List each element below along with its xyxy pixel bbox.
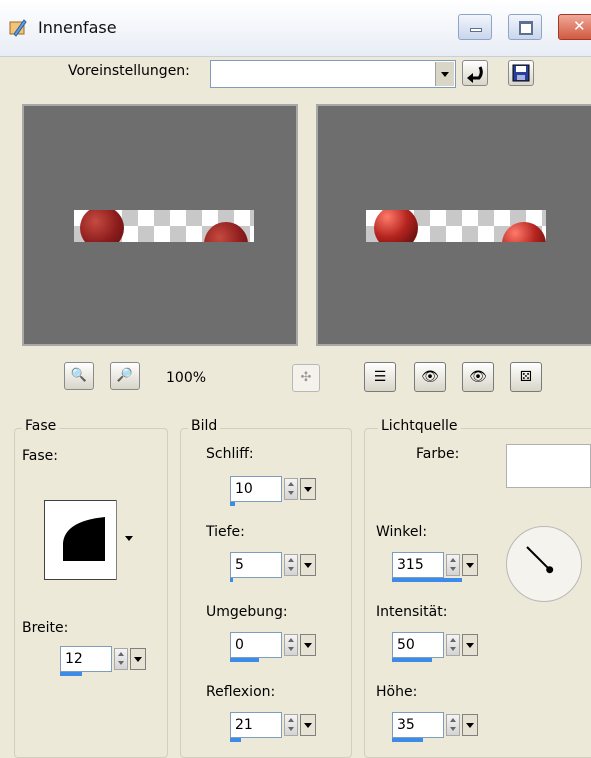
preview-shape — [374, 210, 418, 242]
smoothness-dropdown[interactable] — [300, 478, 316, 500]
reflection-label: Reflexion: — [206, 684, 276, 700]
height-input[interactable]: 35 — [392, 712, 444, 738]
dial-needle-icon — [526, 546, 554, 574]
paint-app-icon — [9, 19, 27, 37]
smoothness-input[interactable]: 10 — [230, 476, 282, 502]
presets-label: Voreinstellungen: — [68, 63, 190, 79]
smoothness-slider[interactable] — [230, 502, 235, 506]
eye-icon: 👁 — [469, 369, 487, 385]
minimize-button[interactable] — [458, 14, 492, 40]
depth-updown[interactable] — [284, 554, 298, 576]
smoothness-spinner[interactable]: 10 — [230, 476, 318, 506]
ambience-spinner[interactable]: 0 — [230, 632, 318, 662]
angle-slider[interactable] — [392, 578, 462, 582]
height-spinner[interactable]: 35 — [392, 712, 480, 742]
color-label: Farbe: — [416, 446, 460, 462]
depth-input[interactable]: 5 — [230, 552, 282, 578]
ambience-slider[interactable] — [230, 658, 259, 662]
height-slider[interactable] — [392, 738, 423, 742]
bevel-shape-icon — [63, 517, 105, 561]
close-button[interactable]: ✕ — [558, 14, 591, 40]
height-label: Höhe: — [376, 684, 418, 700]
height-dropdown[interactable] — [462, 714, 478, 736]
angle-dial[interactable] — [506, 526, 582, 602]
reflection-spinner[interactable]: 21 — [230, 712, 318, 742]
result-preview[interactable] — [316, 104, 591, 346]
ambience-input[interactable]: 0 — [230, 632, 282, 658]
depth-dropdown[interactable] — [300, 554, 316, 576]
width-label: Breite: — [22, 620, 69, 636]
zoom-out-icon: 🔍 — [70, 368, 88, 383]
proof-button[interactable]: 👁 — [414, 362, 446, 392]
zoom-in-button[interactable]: 🔎 — [110, 362, 140, 390]
proof-eye-icon: 👁 — [421, 369, 439, 385]
depth-spinner[interactable]: 5 — [230, 552, 318, 582]
zoom-level: 100% — [166, 370, 207, 386]
zoom-out-button[interactable]: 🔍 — [64, 362, 94, 390]
smoothness-updown[interactable] — [284, 478, 298, 500]
bevel-shape-dropdown[interactable] — [116, 500, 142, 580]
width-dropdown[interactable] — [130, 648, 146, 670]
width-input[interactable]: 12 — [60, 646, 112, 672]
original-preview[interactable] — [22, 104, 298, 346]
preview-shape — [80, 210, 124, 242]
depth-label: Tiefe: — [206, 524, 245, 540]
width-spinner[interactable]: 12 — [60, 646, 148, 676]
intensity-label: Intensität: — [376, 604, 448, 620]
depth-slider[interactable] — [230, 578, 233, 582]
chevron-down-icon[interactable] — [435, 62, 454, 86]
auto-proof-button[interactable]: 👁 — [462, 362, 494, 392]
intensity-input[interactable]: 50 — [392, 632, 444, 658]
reset-button[interactable] — [462, 60, 488, 86]
reflection-input[interactable]: 21 — [230, 712, 282, 738]
smoothness-label: Schliff: — [206, 446, 254, 462]
close-icon: ✕ — [573, 17, 586, 35]
preview-image — [366, 210, 546, 242]
height-updown[interactable] — [446, 714, 460, 736]
angle-spinner[interactable]: 315 — [392, 552, 480, 582]
angle-dropdown[interactable] — [462, 554, 478, 576]
move-cross-icon: ✣ — [300, 370, 312, 385]
pan-button[interactable]: ✣ — [292, 364, 320, 392]
intensity-spinner[interactable]: 50 — [392, 632, 480, 662]
light-group-label: Lichtquelle — [378, 418, 461, 434]
preview-shape — [204, 222, 248, 242]
preview-shape — [502, 222, 546, 242]
width-updown[interactable] — [114, 648, 128, 670]
save-disk-icon — [512, 64, 530, 82]
angle-input[interactable]: 315 — [392, 552, 444, 578]
bevel-group — [14, 428, 168, 758]
light-color-swatch[interactable] — [506, 444, 591, 488]
bevel-group-label: Fase — [22, 418, 60, 434]
angle-label: Winkel: — [376, 524, 428, 540]
randomize-button[interactable]: ⚄ — [510, 362, 542, 392]
reflection-slider[interactable] — [230, 738, 241, 742]
angle-updown[interactable] — [446, 554, 460, 576]
dice-icon: ⚄ — [519, 369, 533, 385]
maximize-button[interactable] — [508, 14, 542, 40]
intensity-dropdown[interactable] — [462, 634, 478, 656]
presets-dropdown[interactable] — [210, 60, 456, 88]
image-group-label: Bild — [188, 418, 221, 434]
window-title: Innenfase — [38, 18, 117, 37]
intensity-updown[interactable] — [446, 634, 460, 656]
ambience-label: Umgebung: — [206, 604, 288, 620]
toggle-preview-button[interactable]: ☰ — [364, 362, 396, 392]
list-icon: ☰ — [373, 369, 387, 385]
ambience-dropdown[interactable] — [300, 634, 316, 656]
width-slider[interactable] — [60, 672, 82, 676]
reflection-dropdown[interactable] — [300, 714, 316, 736]
intensity-slider[interactable] — [392, 658, 432, 662]
reflection-updown[interactable] — [284, 714, 298, 736]
save-preset-button[interactable] — [508, 60, 534, 86]
bevel-shape-label: Fase: — [22, 448, 58, 464]
preview-image — [74, 210, 254, 242]
ambience-updown[interactable] — [284, 634, 298, 656]
zoom-in-icon: 🔎 — [116, 368, 134, 383]
reset-arrow-icon — [467, 66, 483, 83]
